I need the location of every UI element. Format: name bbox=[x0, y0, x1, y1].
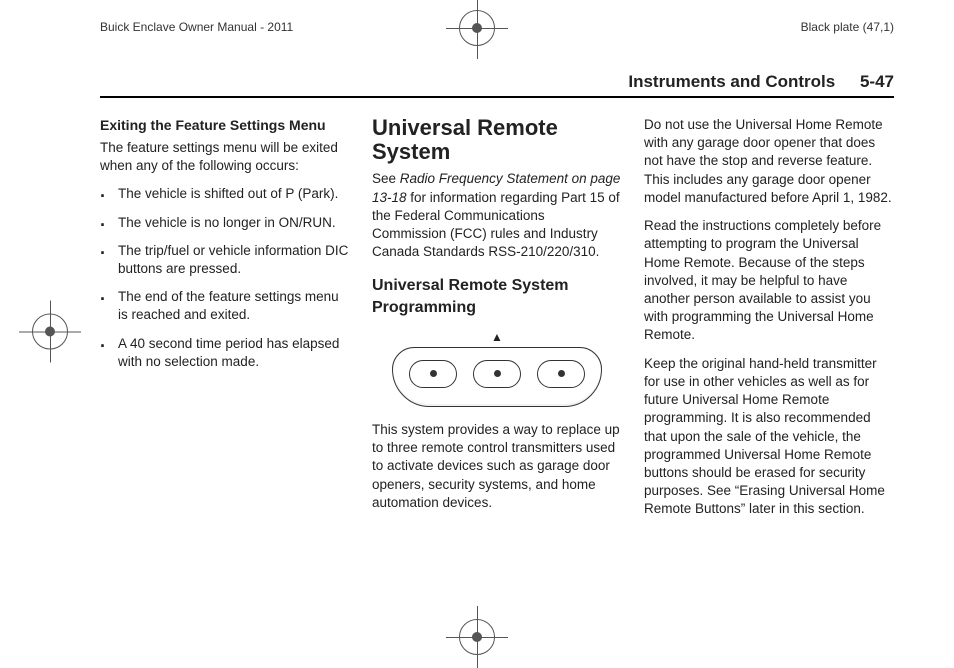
remote-button-3 bbox=[537, 360, 585, 388]
remote-device bbox=[392, 347, 602, 407]
text: for information regarding Part 15 of the… bbox=[372, 190, 620, 260]
dot-icon bbox=[558, 370, 565, 377]
col3-para3: Keep the original hand-held transmitter … bbox=[644, 355, 894, 519]
dot-icon bbox=[494, 370, 501, 377]
col2-para1: See Radio Frequency Statement on page 13… bbox=[372, 170, 622, 261]
indicator-icon: ▲ bbox=[392, 329, 602, 345]
remote-figure: ▲ bbox=[392, 329, 602, 407]
remote-button-2 bbox=[473, 360, 521, 388]
column-3: Do not use the Universal Home Remote wit… bbox=[644, 116, 894, 529]
list-item: The end of the feature settings menu is … bbox=[100, 288, 350, 324]
dot-icon bbox=[430, 370, 437, 377]
registration-mark-top bbox=[457, 8, 497, 51]
page-number: 5-47 bbox=[860, 72, 894, 91]
col2-para2: This system provides a way to replace up… bbox=[372, 421, 622, 512]
section-header: Instruments and Controls 5-47 bbox=[100, 72, 894, 98]
col2-heading-main: Universal Remote System bbox=[372, 116, 622, 164]
list-item: The vehicle is shifted out of P (Park). bbox=[100, 185, 350, 203]
col1-heading: Exiting the Feature Settings Menu bbox=[100, 116, 350, 135]
top-meta: Buick Enclave Owner Manual - 2011 Black … bbox=[100, 20, 894, 34]
column-2: Universal Remote System See Radio Freque… bbox=[372, 116, 622, 529]
col3-para1: Do not use the Universal Home Remote wit… bbox=[644, 116, 894, 207]
section-title: Instruments and Controls bbox=[628, 72, 835, 91]
remote-button-1 bbox=[409, 360, 457, 388]
list-item: The vehicle is no longer in ON/RUN. bbox=[100, 214, 350, 232]
registration-mark-bottom bbox=[457, 617, 497, 660]
manual-title: Buick Enclave Owner Manual - 2011 bbox=[100, 20, 293, 34]
list-item: The trip/fuel or vehicle information DIC… bbox=[100, 242, 350, 278]
column-1: Exiting the Feature Settings Menu The fe… bbox=[100, 116, 350, 529]
col1-bullets: The vehicle is shifted out of P (Park). … bbox=[100, 185, 350, 371]
col3-para2: Read the instructions completely before … bbox=[644, 217, 894, 345]
col1-intro: The feature settings menu will be exited… bbox=[100, 139, 350, 175]
plate-label: Black plate (47,1) bbox=[801, 20, 894, 34]
registration-mark-left bbox=[30, 312, 70, 357]
col2-heading-sub: Universal Remote System Programming bbox=[372, 275, 622, 318]
list-item: A 40 second time period has elapsed with… bbox=[100, 335, 350, 371]
page: Buick Enclave Owner Manual - 2011 Black … bbox=[0, 0, 954, 549]
text: See bbox=[372, 171, 400, 186]
content-columns: Exiting the Feature Settings Menu The fe… bbox=[100, 116, 894, 529]
